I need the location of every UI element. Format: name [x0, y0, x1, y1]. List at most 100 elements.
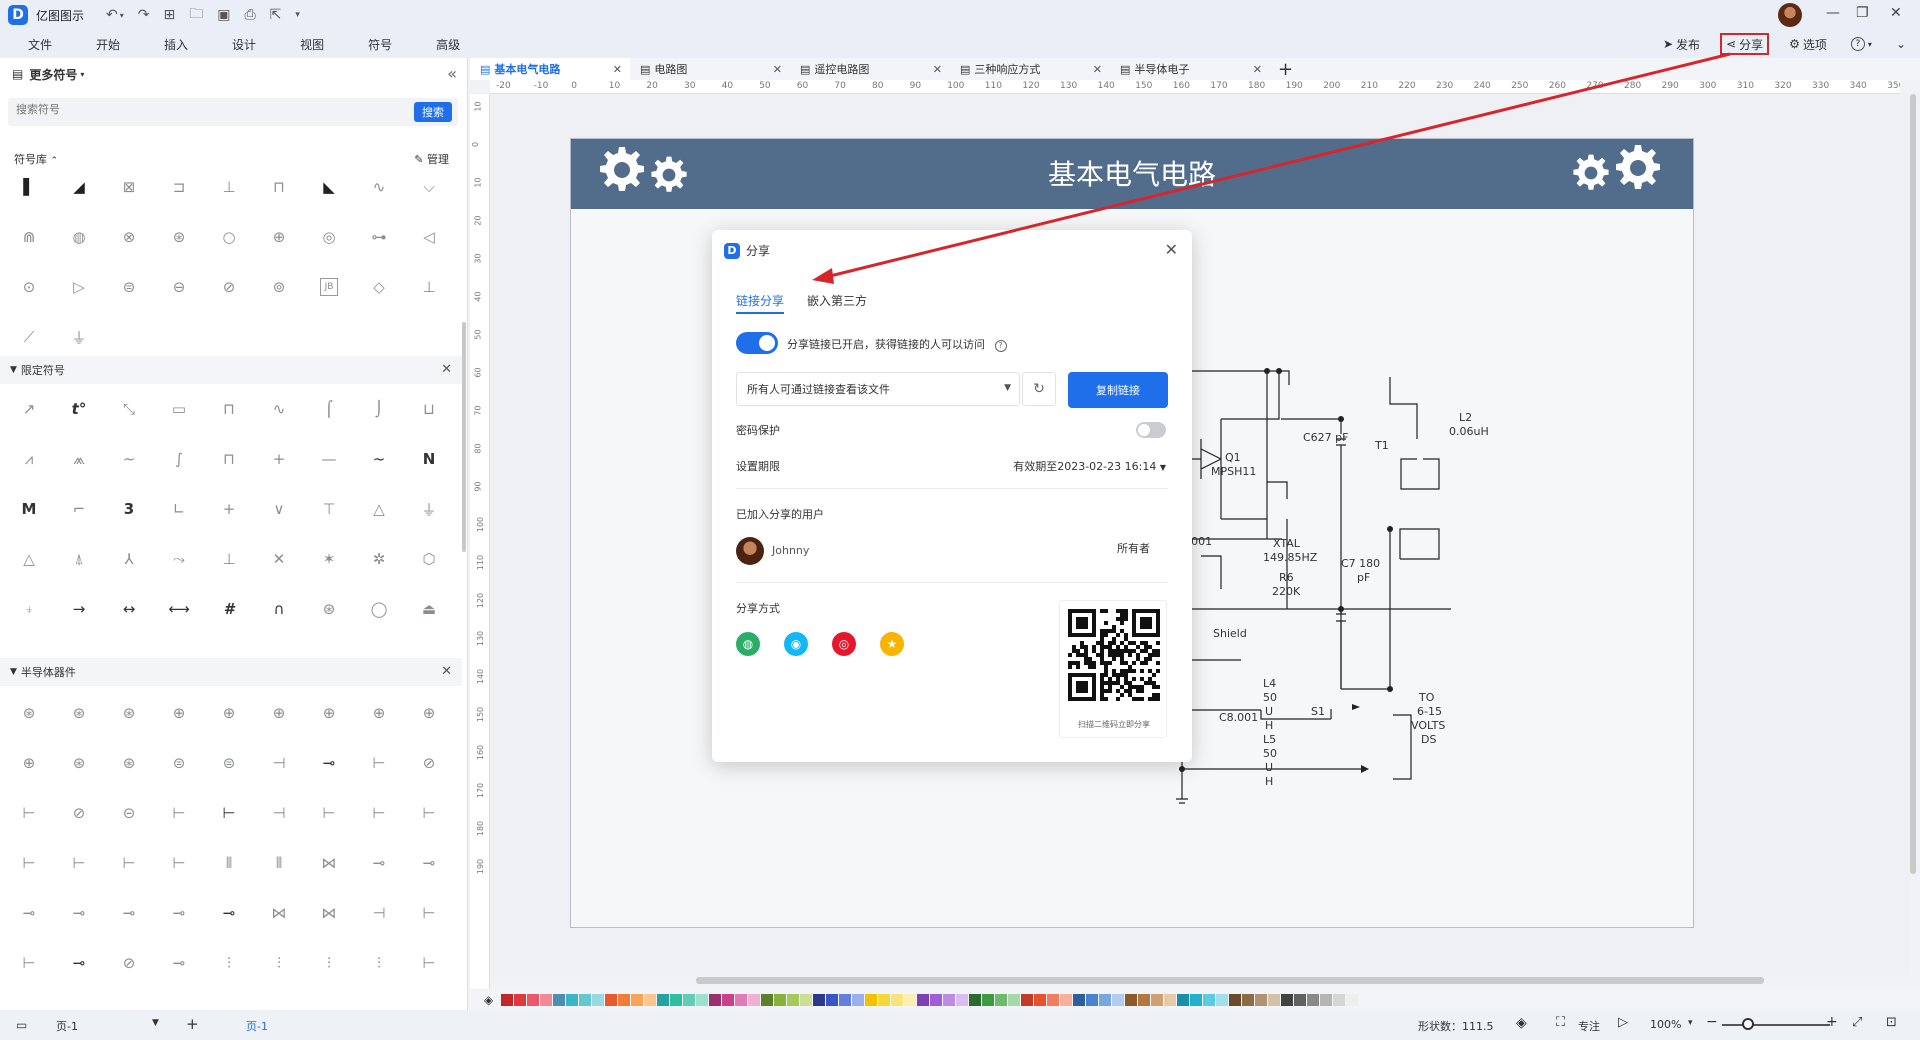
symbol-item[interactable]: ⊢	[64, 848, 94, 878]
color-swatch[interactable]	[956, 994, 969, 1006]
close-tab-icon[interactable]: ✕	[933, 63, 942, 76]
color-swatch[interactable]	[735, 994, 748, 1006]
color-swatch[interactable]	[579, 994, 592, 1006]
color-swatch[interactable]	[748, 994, 761, 1006]
symbol-item[interactable]: △	[14, 544, 44, 574]
symbol-item[interactable]: ∩	[264, 594, 294, 624]
library-toggle[interactable]: 符号库 ⌃	[14, 151, 58, 167]
play-icon[interactable]: ▷	[1618, 1015, 1628, 1030]
symbol-item[interactable]: ⊸	[214, 898, 244, 928]
horizontal-scrollbar[interactable]	[696, 977, 1764, 984]
symbol-item[interactable]: N	[414, 444, 444, 474]
symbol-item[interactable]: —	[314, 444, 344, 474]
undo-icon[interactable]: ↶	[106, 7, 118, 23]
symbol-item[interactable]: ◎	[314, 222, 344, 252]
symbol-item[interactable]: ⊘	[414, 748, 444, 778]
symbol-item[interactable]: ⊕	[364, 698, 394, 728]
color-swatch[interactable]	[865, 994, 878, 1006]
menu-file[interactable]: 文件	[28, 36, 52, 53]
close-tab-icon[interactable]: ✕	[773, 63, 782, 76]
section-header-qualifiers[interactable]: ▼ 限定符号 ✕	[0, 356, 462, 384]
help-button[interactable]: ? ▾	[1847, 33, 1876, 55]
symbol-item[interactable]: ⊘	[114, 948, 144, 978]
add-tab-icon[interactable]: +	[1278, 58, 1293, 80]
symbol-item[interactable]: #	[214, 594, 244, 624]
symbol-item[interactable]: ⊕	[264, 222, 294, 252]
color-swatch[interactable]	[1060, 994, 1073, 1006]
symbol-item[interactable]: ◍	[64, 222, 94, 252]
publish-button[interactable]: ➤ 发布	[1659, 33, 1704, 55]
symbol-item[interactable]: ⊘	[64, 798, 94, 828]
menu-advanced[interactable]: 高级	[436, 36, 460, 53]
undo-dropdown-icon[interactable]: ▾	[120, 11, 124, 20]
tab-basic-circuit[interactable]: ▤ 基本电气电路 ✕	[470, 58, 630, 80]
color-swatch[interactable]	[1190, 994, 1203, 1006]
color-swatch[interactable]	[1281, 994, 1294, 1006]
symbol-item[interactable]: ⊚	[264, 272, 294, 302]
color-swatch[interactable]	[1099, 994, 1112, 1006]
open-icon[interactable]: 🗀	[189, 3, 203, 27]
color-swatch[interactable]	[995, 994, 1008, 1006]
symbol-item[interactable]: M	[14, 494, 44, 524]
close-icon[interactable]: ✕	[1165, 240, 1178, 259]
symbol-item[interactable]: 3	[114, 494, 144, 524]
zoom-out-icon[interactable]: −	[1706, 1014, 1718, 1030]
close-window-icon[interactable]: ✕	[1890, 5, 1902, 21]
color-swatch[interactable]	[761, 994, 774, 1006]
color-swatch[interactable]	[1086, 994, 1099, 1006]
symbol-item[interactable]: ◢	[64, 172, 94, 202]
color-swatch[interactable]	[1047, 994, 1060, 1006]
permission-select[interactable]: 所有人可通过链接查看该文件 ▼	[736, 372, 1020, 406]
symbol-item[interactable]: ⋒	[14, 222, 44, 252]
symbol-item[interactable]: ⊓	[264, 172, 294, 202]
symbol-item[interactable]: ⊛	[314, 594, 344, 624]
symbol-item[interactable]: ⊥	[214, 544, 244, 574]
color-swatch[interactable]	[982, 994, 995, 1006]
refresh-link-button[interactable]: ↻	[1022, 372, 1056, 406]
symbol-item[interactable]: ⊔	[414, 394, 444, 424]
symbol-item[interactable]: ⊖	[164, 272, 194, 302]
manage-button[interactable]: ✎ 管理	[414, 151, 449, 167]
symbol-item[interactable]: ⊕	[414, 698, 444, 728]
symbol-item[interactable]: ○	[214, 222, 244, 252]
symbol-item[interactable]: ⌵	[414, 172, 444, 202]
symbol-item[interactable]: ⊛	[114, 748, 144, 778]
search-button[interactable]: 搜索	[414, 102, 452, 122]
symbol-item[interactable]: ⏚	[64, 322, 94, 352]
export-icon[interactable]: ⇱	[270, 7, 282, 23]
color-swatch[interactable]	[852, 994, 865, 1006]
symbol-item[interactable]: +	[214, 494, 244, 524]
zoom-level[interactable]: 100%	[1650, 1018, 1681, 1031]
symbol-item[interactable]: ⋈	[314, 898, 344, 928]
color-swatch[interactable]	[1307, 994, 1320, 1006]
menu-view[interactable]: 视图	[300, 36, 324, 53]
panel-header[interactable]: ▤ 更多符号 ▾	[0, 58, 467, 90]
symbol-item[interactable]: ⊢	[414, 798, 444, 828]
symbol-item[interactable]: ⊝	[114, 798, 144, 828]
symbol-item[interactable]: ⊓	[214, 394, 244, 424]
close-section-icon[interactable]: ✕	[441, 362, 452, 377]
symbol-item[interactable]: ∟	[164, 494, 194, 524]
symbol-item[interactable]: ⏚	[414, 494, 444, 524]
symbol-item[interactable]: ⏏	[414, 594, 444, 624]
color-swatch[interactable]	[1151, 994, 1164, 1006]
symbol-item[interactable]: ∨	[264, 494, 294, 524]
symbol-item[interactable]: ⊕	[164, 698, 194, 728]
color-swatch[interactable]	[1255, 994, 1268, 1006]
symbol-item[interactable]: ⊸	[414, 848, 444, 878]
symbol-item[interactable]: ⊸	[14, 898, 44, 928]
symbol-item[interactable]: ⊣	[264, 798, 294, 828]
symbol-item[interactable]: ▌	[14, 172, 44, 202]
color-swatch[interactable]	[631, 994, 644, 1006]
color-swatch[interactable]	[839, 994, 852, 1006]
symbol-item[interactable]: ⊘	[214, 272, 244, 302]
symbol-item[interactable]: ⊸	[314, 748, 344, 778]
restore-icon[interactable]: ❐	[1856, 5, 1869, 21]
menu-home[interactable]: 开始	[96, 36, 120, 53]
help-icon[interactable]: ?	[994, 340, 1007, 352]
symbol-item[interactable]: ⊢	[164, 798, 194, 828]
color-swatch[interactable]	[1294, 994, 1307, 1006]
fill-bucket-icon[interactable]: ◈	[484, 993, 493, 1007]
fit-page-icon[interactable]: ⤢	[1852, 1015, 1862, 1030]
collapse-ribbon-button[interactable]: ⌄	[1892, 33, 1910, 55]
